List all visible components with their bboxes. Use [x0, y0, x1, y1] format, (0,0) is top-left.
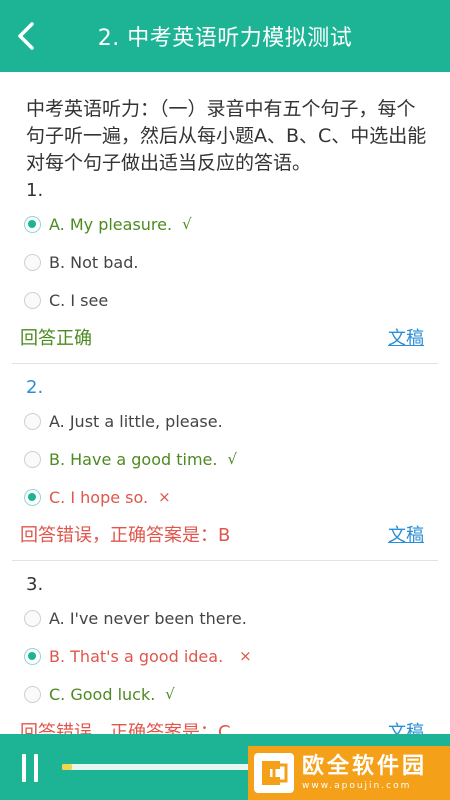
option-label: C. I hope so. [49, 487, 149, 507]
option-label: C. Good luck. [49, 684, 156, 704]
correct-mark: √ [165, 685, 175, 703]
option-label: B. Have a good time. [49, 449, 218, 469]
result-text: 回答错误，正确答案是：C [20, 722, 231, 734]
question-list: 中考英语听力：（一）录音中有五个句子，每个句子听一遍，然后从每小题A、B、C、中… [0, 72, 450, 734]
pause-icon [22, 754, 26, 782]
wrong-mark: × [158, 488, 171, 506]
question-3: 3. A. I've never been there. B. That's a… [0, 571, 450, 734]
radio-unchecked-icon[interactable] [24, 609, 41, 627]
radio-unchecked-icon[interactable] [24, 685, 41, 703]
back-button[interactable] [6, 16, 46, 56]
transcript-link[interactable]: 文稿 [388, 324, 424, 350]
result-row: 回答错误，正确答案是：C 文稿 [0, 713, 450, 734]
question-number: 2. [26, 377, 44, 398]
option-label: C. I see [49, 290, 109, 310]
question-number: 3. [26, 574, 44, 595]
radio-checked-icon[interactable] [24, 488, 41, 506]
progress-track[interactable] [62, 764, 262, 770]
page-title: 2. 中考英语听力模拟测试 [97, 26, 353, 51]
watermark-name: 欧全软件园 [302, 754, 428, 779]
watermark-icon [254, 753, 294, 793]
transcript-link[interactable]: 文稿 [388, 521, 424, 547]
watermark-url: www.apoujin.com [302, 781, 412, 791]
option-label: B. That's a good idea. [49, 646, 224, 666]
transcript-link[interactable]: 文稿 [388, 718, 424, 734]
result-row: 回答错误，正确答案是：B 文稿 [0, 516, 450, 552]
option-c[interactable]: C. I hope so. × [0, 478, 450, 516]
radio-unchecked-icon[interactable] [24, 291, 41, 309]
radio-unchecked-icon[interactable] [24, 412, 41, 430]
question-2: 2. A. Just a little, please. B. Have a g… [0, 374, 450, 561]
divider [12, 363, 438, 364]
option-a[interactable]: A. My pleasure. √ [0, 205, 450, 243]
question-1: 1. A. My pleasure. √ B. Not bad. C. I se… [0, 177, 450, 364]
option-label: A. My pleasure. [49, 214, 173, 234]
option-b[interactable]: B. That's a good idea. × [0, 637, 450, 675]
correct-mark: √ [182, 215, 192, 233]
option-b[interactable]: B. Have a good time. √ [0, 440, 450, 478]
radio-checked-icon[interactable] [24, 215, 41, 233]
option-a[interactable]: A. I've never been there. [0, 599, 450, 637]
pause-icon-bar [34, 754, 38, 782]
option-a[interactable]: A. Just a little, please. [0, 402, 450, 440]
option-label: A. Just a little, please. [49, 411, 223, 431]
watermark-text: 欧全软件园 www.apoujin.com [302, 754, 427, 792]
divider [12, 560, 438, 561]
correct-mark: √ [227, 450, 238, 468]
progress-fill [62, 764, 72, 770]
radio-unchecked-icon[interactable] [24, 450, 41, 468]
option-label: B. Not bad. [49, 252, 139, 272]
radio-unchecked-icon[interactable] [24, 253, 41, 271]
radio-checked-icon[interactable] [24, 647, 41, 665]
question-number: 1. [26, 180, 44, 201]
option-b[interactable]: B. Not bad. [0, 243, 450, 281]
watermark-logo: 欧全软件园 www.apoujin.com [248, 746, 450, 800]
wrong-mark: × [239, 647, 252, 665]
option-c[interactable]: C. I see [0, 281, 450, 319]
pause-button[interactable] [20, 754, 42, 782]
option-label: A. I've never been there. [49, 608, 247, 628]
result-row: 回答正确 文稿 [0, 319, 450, 355]
option-c[interactable]: C. Good luck. √ [0, 675, 450, 713]
app-header: 2. 中考英语听力模拟测试 [0, 0, 450, 72]
result-text: 回答正确 [20, 328, 92, 349]
chevron-left-icon [18, 22, 34, 50]
result-text: 回答错误，正确答案是：B [20, 525, 231, 546]
instructions-text: 中考英语听力：（一）录音中有五个句子，每个句子听一遍，然后从每小题A、B、C、中… [26, 98, 427, 174]
